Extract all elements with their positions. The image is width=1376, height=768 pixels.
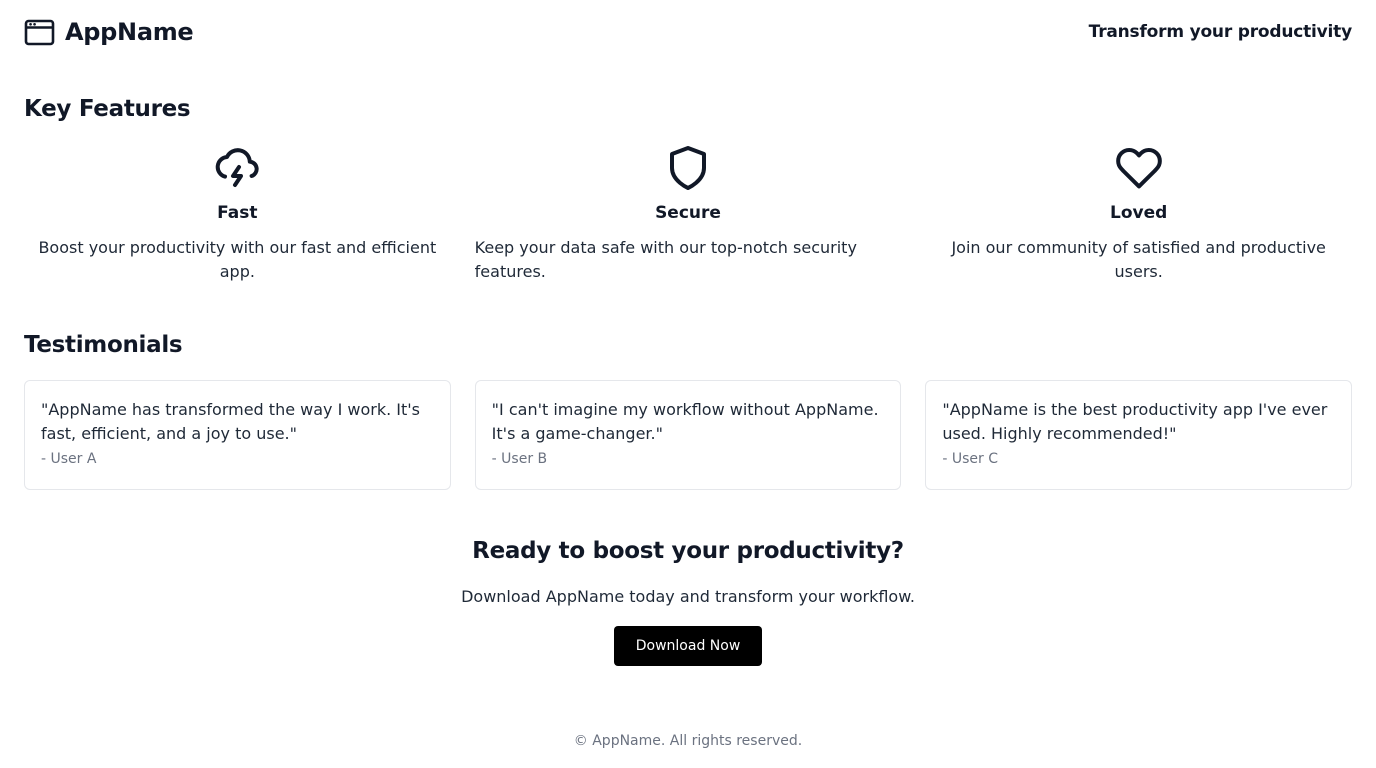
features-grid: Fast Boost your productivity with our fa… <box>24 144 1352 284</box>
feature-title: Secure <box>655 203 721 223</box>
feature-fast: Fast Boost your productivity with our fa… <box>24 144 451 284</box>
header-tagline: Transform your productivity <box>1088 22 1353 42</box>
testimonial-quote: "AppName is the best productivity app I'… <box>942 400 1328 443</box>
testimonial-quote: "AppName has transformed the way I work.… <box>41 400 421 443</box>
features-heading: Key Features <box>24 96 191 122</box>
app-window-icon <box>24 19 55 46</box>
feature-description: Join our community of satisfied and prod… <box>951 238 1326 281</box>
testimonial-card: "AppName has transformed the way I work.… <box>24 380 451 490</box>
cta-heading: Ready to boost your productivity? <box>472 538 904 564</box>
feature-description: Keep your data safe with our top-notch s… <box>474 238 857 281</box>
brand-name: AppName <box>65 18 194 46</box>
feature-loved: Loved Join our community of satisfied an… <box>925 144 1352 284</box>
testimonial-card: "I can't imagine my workflow without App… <box>474 380 902 490</box>
testimonial-author: - User B <box>491 451 548 467</box>
testimonial-quote: "I can't imagine my workflow without App… <box>491 400 879 443</box>
feature-description: Boost your productivity with our fast an… <box>38 238 437 281</box>
testimonial-author: - User C <box>942 451 998 467</box>
testimonial-author: - User A <box>41 451 97 467</box>
footer-copyright: © AppName. All rights reserved. <box>573 733 803 749</box>
feature-title: Loved <box>1110 203 1168 223</box>
testimonial-card: "AppName is the best productivity app I'… <box>925 380 1353 490</box>
heart-icon <box>1115 144 1163 192</box>
shield-icon <box>664 144 712 192</box>
feature-secure: Secure Keep your data safe with our top-… <box>475 144 902 284</box>
feature-title: Fast <box>217 203 258 223</box>
testimonials-heading: Testimonials <box>24 332 183 358</box>
cta-text: Download AppName today and transform you… <box>461 587 915 606</box>
testimonials-grid: "AppName has transformed the way I work.… <box>24 380 1353 490</box>
cloud-lightning-icon <box>213 144 261 192</box>
site-header: AppName Transform your productivity <box>24 14 1352 50</box>
brand[interactable]: AppName <box>24 18 194 46</box>
download-now-button[interactable]: Download Now <box>614 626 762 666</box>
